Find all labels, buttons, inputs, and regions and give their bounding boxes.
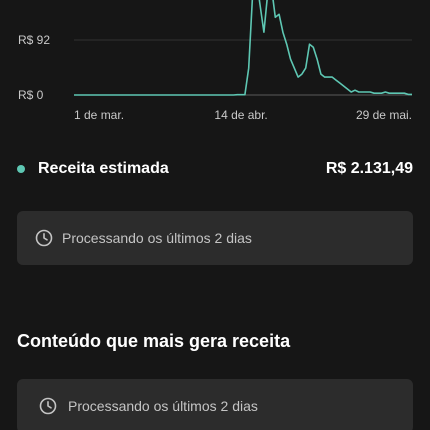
y-tick-label: R$ 0 [18,88,44,102]
x-tick-label: 1 de mar. [74,108,124,122]
clock-icon [39,397,57,415]
revenue-series-line [74,0,412,96]
y-tick-label: R$ 92 [18,33,50,47]
clock-icon [35,229,53,247]
x-tick-label: 14 de abr. [214,108,267,122]
revenue-chart-svg: R$ 92 R$ 0 1 de mar. 14 de abr. 29 de mai. [18,0,412,122]
x-tick-label: 29 de mai. [356,108,412,122]
top-content-title: Conteúdo que mais gera receita [17,331,291,351]
revenue-screen: R$ 92 R$ 0 1 de mar. 14 de abr. 29 de mai. R… [0,0,430,430]
processing-card-top-content: Processando os últimos 2 dias [17,379,413,430]
processing-text: Processando os últimos 2 dias [68,398,258,414]
processing-card: Processando os últimos 2 dias [17,211,413,265]
processing-text: Processando os últimos 2 dias [62,230,252,246]
estimated-revenue-row: Receita estimada R$ 2.131,49 [17,155,413,183]
estimated-revenue-value: R$ 2.131,49 [325,160,413,177]
series-color-dot [17,165,25,173]
revenue-chart: R$ 92 R$ 0 1 de mar. 14 de abr. 29 de mai. [0,0,430,130]
estimated-revenue-label: Receita estimada [38,160,169,177]
